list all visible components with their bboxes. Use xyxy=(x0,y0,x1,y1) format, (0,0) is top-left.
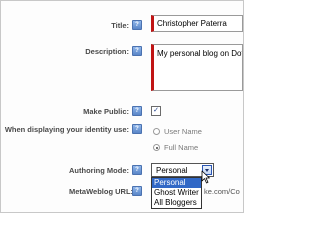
help-icon[interactable]: ? xyxy=(132,106,142,116)
description-label: Description: xyxy=(85,47,129,56)
identity-username-label: User Name xyxy=(164,127,202,136)
make-public-label: Make Public: xyxy=(83,107,129,116)
blog-settings-form: Title: ? Christopher Paterra Description… xyxy=(0,0,244,213)
title-input-value: Christopher Paterra xyxy=(157,19,227,28)
make-public-checkbox[interactable]: ✓ xyxy=(151,106,161,116)
authoring-mode-dropdown: Personal Ghost Writer All Bloggers xyxy=(151,177,202,209)
help-icon[interactable]: ? xyxy=(132,46,142,56)
authoring-mode-value: Personal xyxy=(156,166,188,175)
help-icon[interactable]: ? xyxy=(132,186,142,196)
help-icon[interactable]: ? xyxy=(132,165,142,175)
dropdown-option-personal[interactable]: Personal xyxy=(152,178,201,188)
mouse-pointer-icon xyxy=(201,170,210,184)
title-input[interactable]: Christopher Paterra xyxy=(151,15,243,32)
identity-fullname-radio[interactable] xyxy=(153,144,160,151)
help-icon[interactable]: ? xyxy=(132,124,142,134)
metaweblog-url-partial: ke.com/Co xyxy=(204,187,240,196)
title-label: Title: xyxy=(111,21,129,30)
description-textarea-value: My personal blog on DotN xyxy=(157,49,243,58)
identity-fullname-label: Full Name xyxy=(164,143,199,152)
help-icon[interactable]: ? xyxy=(132,20,142,30)
dropdown-option-all-bloggers[interactable]: All Bloggers xyxy=(152,198,201,208)
identity-username-radio[interactable] xyxy=(153,128,160,135)
identity-label: When displaying your identity use: xyxy=(4,125,129,134)
description-textarea[interactable]: My personal blog on DotN xyxy=(151,44,243,91)
authoring-mode-label: Authoring Mode: xyxy=(69,166,129,175)
dropdown-option-ghost-writer[interactable]: Ghost Writer xyxy=(152,188,201,198)
metaweblog-url-label: MetaWeblog URL: xyxy=(69,187,134,196)
